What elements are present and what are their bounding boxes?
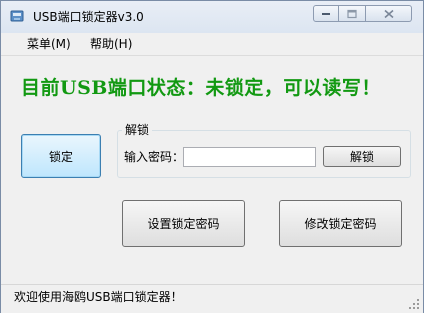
menu-item-help[interactable]: 帮助(H) (90, 36, 132, 52)
maximize-button[interactable] (339, 5, 366, 22)
size-grip-icon[interactable] (408, 298, 420, 310)
unlock-group-legend: 解锁 (122, 123, 153, 137)
menu-item-menu[interactable]: 菜单(M) (27, 36, 71, 52)
password-input[interactable] (183, 147, 316, 167)
close-button[interactable] (366, 5, 412, 22)
unlock-button[interactable]: 解锁 (323, 146, 401, 167)
app-window: USB端口锁定器v3.0 菜单(M) 帮助(H) 目前USB端口状态：未锁定，可… (0, 0, 424, 313)
change-password-button[interactable]: 修改锁定密码 (279, 200, 402, 247)
menu-bar: 菜单(M) 帮助(H) (1, 33, 423, 56)
lock-button[interactable]: 锁定 (21, 134, 101, 178)
usb-status-headline: 目前USB端口状态：未锁定，可以读写！ (21, 77, 381, 99)
status-bar-text: 欢迎使用海鸥USB端口锁定器！ (14, 290, 183, 304)
title-bar[interactable]: USB端口锁定器v3.0 (1, 1, 423, 33)
maximize-icon (347, 9, 357, 18)
usb-app-icon (10, 10, 24, 22)
window-title: USB端口锁定器v3.0 (33, 10, 144, 24)
set-password-button[interactable]: 设置锁定密码 (122, 200, 245, 247)
close-icon (383, 9, 394, 18)
minimize-icon (322, 12, 330, 15)
minimize-button[interactable] (313, 5, 339, 22)
password-label: 输入密码： (124, 150, 185, 164)
status-bar: 欢迎使用海鸥USB端口锁定器！ (1, 284, 423, 313)
